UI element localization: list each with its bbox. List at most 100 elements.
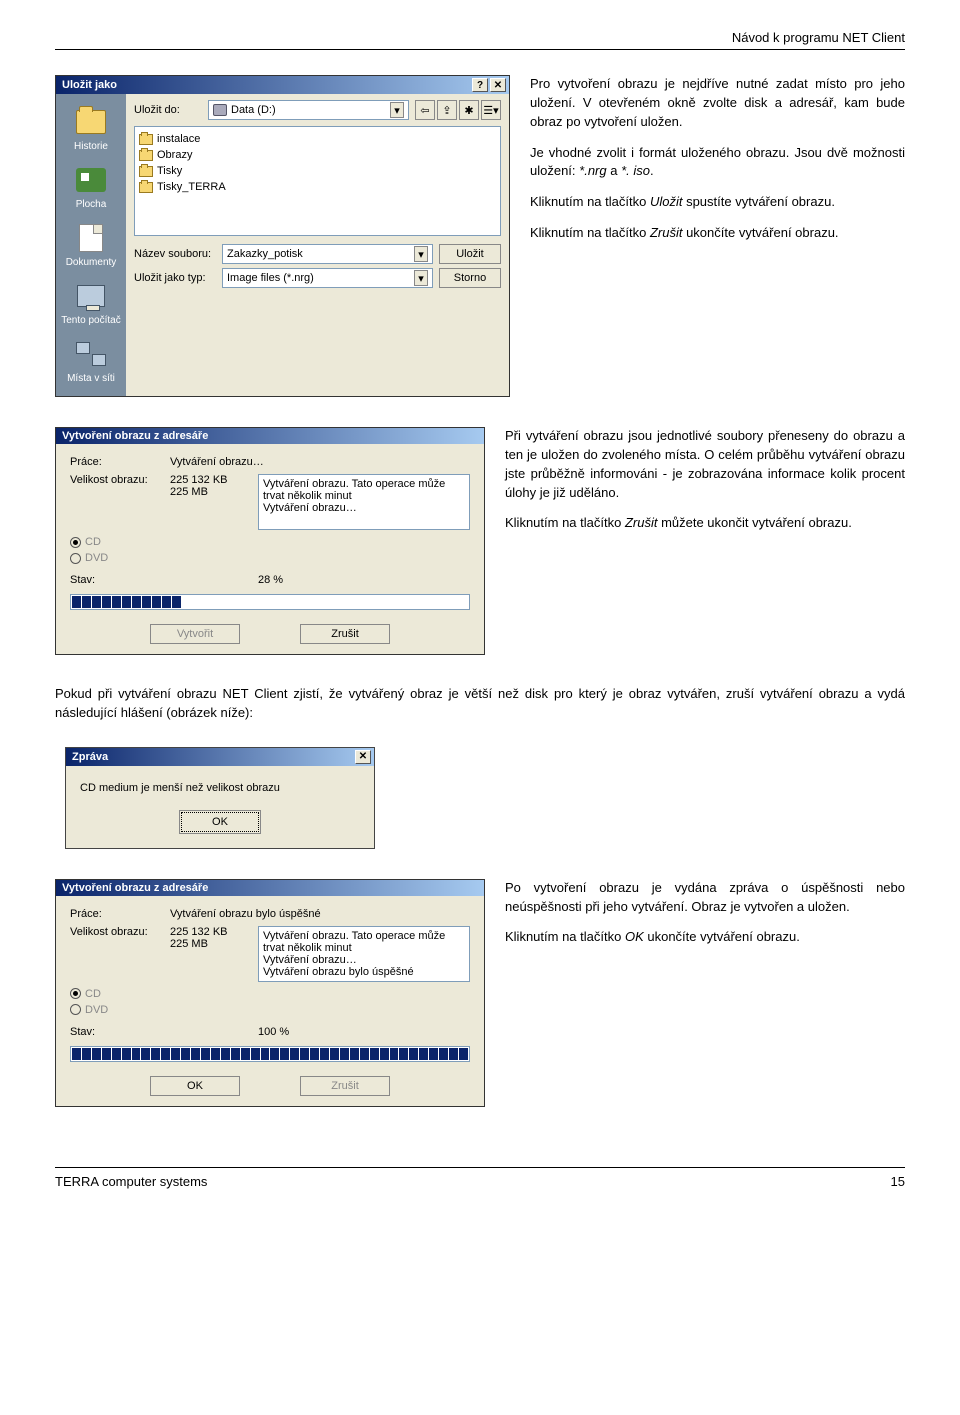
list-item[interactable]: Tisky	[139, 163, 496, 179]
views-button[interactable]: ☰▾	[481, 100, 501, 120]
save-in-label: Uložit do:	[134, 104, 202, 116]
drive-name: Data (D:)	[231, 104, 276, 116]
size-mb: 225 MB	[170, 486, 250, 498]
place-label: Plocha	[76, 199, 107, 210]
back-button[interactable]: ⇦	[415, 100, 435, 120]
paragraph: Kliknutím na tlačítko OK ukončíte vytvář…	[505, 928, 905, 947]
radio-cd[interactable]: CD	[70, 988, 470, 1000]
state-value: 100 %	[258, 1026, 289, 1038]
radio-label: DVD	[85, 552, 108, 564]
place-documents[interactable]: Dokumenty	[56, 216, 126, 274]
save-as-title: Uložit jako	[62, 79, 117, 91]
filetype-label: Uložit jako typ:	[134, 272, 216, 284]
radio-label: DVD	[85, 1004, 108, 1016]
ok-button[interactable]: OK	[150, 1076, 240, 1096]
log-line: Vytváření obrazu bylo úspěšné	[263, 966, 465, 978]
filetype-combo[interactable]: Image files (*.nrg) ▾	[222, 268, 433, 288]
documents-icon	[79, 224, 103, 252]
place-network[interactable]: Místa v síti	[56, 332, 126, 390]
paragraph: Při vytváření obrazu jsou jednotlivé sou…	[505, 427, 905, 502]
log-line: Vytváření obrazu. Tato operace může trva…	[263, 930, 465, 954]
close-icon[interactable]: ✕	[490, 78, 506, 92]
radio-dvd[interactable]: DVD	[70, 552, 470, 564]
desktop-icon	[76, 168, 106, 192]
paragraph: Je vhodné zvolit i formát uloženého obra…	[530, 144, 905, 182]
close-icon[interactable]: ✕	[355, 750, 371, 764]
radio-label: CD	[85, 988, 101, 1000]
log-line: Vytváření obrazu. Tato operace může trva…	[263, 478, 465, 502]
radio-label: CD	[85, 536, 101, 548]
size-label: Velikost obrazu:	[70, 474, 162, 486]
filename-value: Zakazky_potisk	[227, 248, 303, 260]
work-value: Vytváření obrazu bylo úspěšné	[170, 908, 321, 920]
footer-left: TERRA computer systems	[55, 1174, 207, 1189]
list-item[interactable]: Tisky_TERRA	[139, 179, 496, 195]
network-icon	[76, 342, 106, 366]
state-label: Stav:	[70, 1026, 162, 1038]
state-label: Stav:	[70, 574, 162, 586]
place-history[interactable]: Historie	[56, 100, 126, 158]
item-label: Obrazy	[157, 149, 192, 161]
folder-icon	[139, 134, 153, 145]
places-bar: Historie Plocha Dokumenty Tento počítač …	[56, 94, 126, 396]
file-list[interactable]: instalace Obrazy Tisky Tisky_TERRA	[134, 126, 501, 236]
size-kb: 225 132 KB	[170, 474, 250, 486]
message-title: Zpráva	[72, 751, 108, 763]
chevron-down-icon[interactable]: ▾	[390, 102, 404, 118]
place-label: Historie	[74, 141, 108, 152]
disk-icon	[213, 104, 227, 116]
item-label: instalace	[157, 133, 200, 145]
place-label: Dokumenty	[66, 257, 117, 268]
new-folder-button[interactable]: ✱	[459, 100, 479, 120]
history-icon	[76, 110, 106, 134]
progress-bar	[70, 1046, 470, 1062]
paragraph: Kliknutím na tlačítko Uložit spustíte vy…	[530, 193, 905, 212]
item-label: Tisky	[157, 165, 182, 177]
filetype-value: Image files (*.nrg)	[227, 272, 314, 284]
radio-dvd[interactable]: DVD	[70, 1004, 470, 1016]
item-label: Tisky_TERRA	[157, 181, 226, 193]
done-title: Vytvoření obrazu z adresáře	[62, 882, 208, 894]
work-label: Práce:	[70, 908, 162, 920]
chevron-down-icon[interactable]: ▾	[414, 270, 428, 286]
place-label: Místa v síti	[67, 373, 115, 384]
place-computer[interactable]: Tento počítač	[56, 274, 126, 332]
progress-bar	[70, 594, 470, 610]
log-textbox: Vytváření obrazu. Tato operace může trva…	[258, 474, 470, 530]
paragraph: Po vytvoření obrazu je vydána zpráva o ú…	[505, 879, 905, 917]
work-label: Práce:	[70, 456, 162, 468]
filename-input[interactable]: Zakazky_potisk ▾	[222, 244, 433, 264]
chevron-down-icon[interactable]: ▾	[414, 246, 428, 262]
paragraph: Pro vytvoření obrazu je nejdříve nutné z…	[530, 75, 905, 132]
up-button[interactable]: ⇪	[437, 100, 457, 120]
ok-button[interactable]: OK	[181, 812, 259, 832]
place-desktop[interactable]: Plocha	[56, 158, 126, 216]
radio-cd[interactable]: CD	[70, 536, 470, 548]
log-line: Vytváření obrazu…	[263, 954, 465, 966]
create-button: Vytvořit	[150, 624, 240, 644]
work-value: Vytváření obrazu…	[170, 456, 264, 468]
message-dialog: Zpráva ✕ CD medium je menší než velikost…	[65, 747, 375, 849]
message-text: CD medium je menší než velikost obrazu	[80, 782, 360, 794]
paragraph: Kliknutím na tlačítko Zrušit můžete ukon…	[505, 514, 905, 533]
state-value: 28 %	[258, 574, 283, 586]
save-as-dialog: Uložit jako ? ✕ Historie Plocha Dokument…	[55, 75, 510, 397]
cancel-button[interactable]: Zrušit	[300, 624, 390, 644]
folder-icon	[139, 150, 153, 161]
paragraph: Pokud při vytváření obrazu NET Client zj…	[55, 685, 905, 723]
computer-icon	[77, 285, 105, 307]
page-number: 15	[891, 1174, 905, 1189]
page-header-title: Návod k programu NET Client	[55, 30, 905, 50]
help-icon[interactable]: ?	[472, 78, 488, 92]
list-item[interactable]: instalace	[139, 131, 496, 147]
size-kb: 225 132 KB	[170, 926, 250, 938]
drive-combo[interactable]: Data (D:) ▾	[208, 100, 409, 120]
progress-dialog: Vytvoření obrazu z adresáře Práce:Vytvář…	[55, 427, 485, 655]
folder-icon	[139, 166, 153, 177]
list-item[interactable]: Obrazy	[139, 147, 496, 163]
size-mb: 225 MB	[170, 938, 250, 950]
save-button[interactable]: Uložit	[439, 244, 501, 264]
cancel-button: Zrušit	[300, 1076, 390, 1096]
size-label: Velikost obrazu:	[70, 926, 162, 938]
cancel-button[interactable]: Storno	[439, 268, 501, 288]
